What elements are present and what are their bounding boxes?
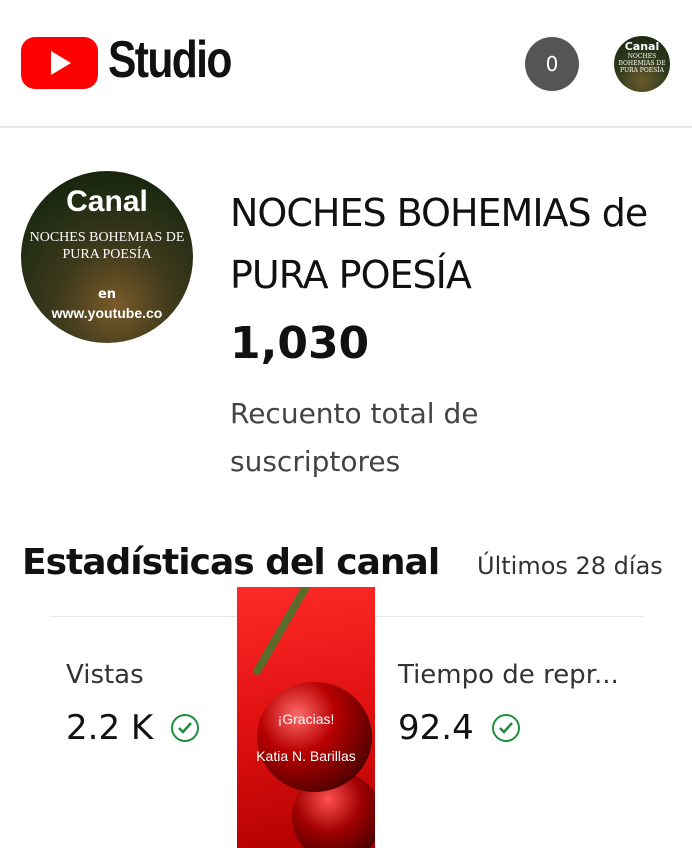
overlay-text-author: Katia N. Barillas (256, 748, 356, 764)
cherry-shape (257, 682, 372, 792)
app-header: Studio 0 Canal NOCHES BOHEMIAS DE PURA P… (0, 0, 692, 128)
metric-value-row: 2.2 K (66, 708, 200, 748)
metric-watch-time[interactable]: Tiempo de repr... 92.4 (398, 660, 619, 748)
check-icon (171, 714, 200, 742)
app-title: Studio (108, 31, 232, 89)
metric-value: 92.4 (398, 708, 474, 748)
channel-avatar-line4: www.youtube.co (51, 305, 163, 321)
cherry-image-overlay: ¡Gracias! Katia N. Barillas (237, 587, 375, 848)
metric-views[interactable]: Vistas 2.2 K (66, 660, 200, 748)
overlay-text-thanks: ¡Gracias! (277, 711, 335, 727)
channel-name: NOCHES BOHEMIAS de PURA POESÍA (230, 191, 648, 297)
avatar-text-line1: Canal (624, 40, 660, 53)
stats-title: Estadísticas del canal (22, 542, 440, 583)
metric-label: Tiempo de repr... (398, 660, 619, 690)
metric-value-row: 92.4 (398, 708, 619, 748)
avatar-text-line2: NOCHES BOHEMIAS DE PURA POESÍA (618, 53, 666, 74)
metric-label: Vistas (66, 660, 144, 690)
subscriber-count-label: Recuento total de suscriptores (230, 397, 479, 478)
metric-value: 2.2 K (66, 708, 154, 748)
account-avatar[interactable]: Canal NOCHES BOHEMIAS DE PURA POESÍA (614, 36, 670, 92)
channel-avatar-line2: NOCHES BOHEMIAS DE PURA POESÍA (29, 230, 185, 262)
stats-period[interactable]: Últimos 28 días (477, 552, 663, 580)
subscriber-count: 1,030 (230, 318, 370, 369)
check-icon (491, 714, 520, 742)
channel-avatar-line1: Canal (66, 185, 148, 218)
cherry-stem (252, 587, 314, 677)
youtube-logo-icon[interactable] (21, 37, 98, 89)
play-icon (51, 51, 71, 75)
channel-avatar-line3: en (97, 287, 117, 302)
channel-avatar[interactable]: Canal NOCHES BOHEMIAS DE PURA POESÍA en … (21, 171, 193, 343)
notification-badge[interactable]: 0 (525, 37, 579, 91)
